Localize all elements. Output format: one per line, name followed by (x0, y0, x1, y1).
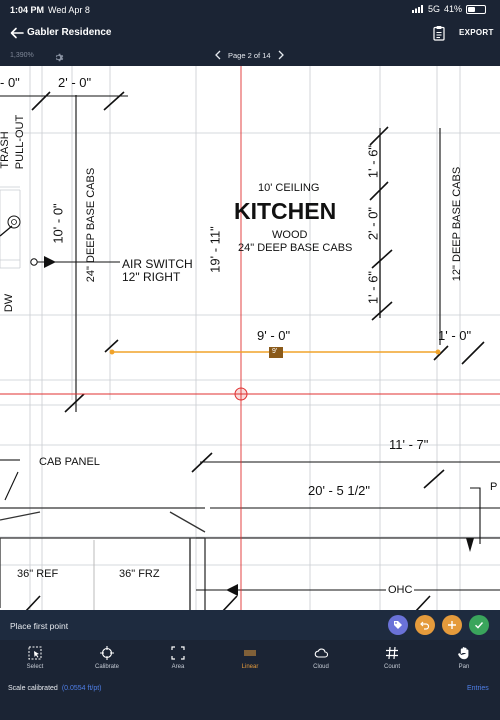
seg-top-dim: 1' - 6" (365, 144, 381, 179)
status-time: 1:04 PM (10, 5, 45, 15)
tool-count[interactable]: Count (369, 646, 415, 678)
floor-plan-lines (0, 66, 500, 610)
ohc-label: OHC (386, 584, 415, 596)
tag-icon (394, 621, 402, 629)
settings-button[interactable] (53, 50, 64, 62)
next-page-icon[interactable] (277, 50, 285, 60)
nav-bar: Gabler Residence EXPORT (0, 20, 500, 46)
tool-linear-label: Linear (241, 664, 259, 670)
prev-page-icon[interactable] (214, 50, 222, 60)
tag-button[interactable] (388, 615, 408, 635)
bottom-bar: Scale calibrated (0.0554 ft/pt) Entries (0, 680, 500, 720)
drawing-canvas[interactable]: - 0" 2' - 0" TRASH PULL-OUT 24" DEEP BAS… (0, 66, 500, 610)
status-indicators: 5G 41% (411, 4, 486, 14)
crosshair-icon (100, 646, 114, 660)
add-button[interactable] (442, 615, 462, 635)
dim-top: 2' - 0" (58, 75, 92, 90)
cut-label: P (490, 481, 498, 493)
signal-icon (411, 5, 423, 13)
zoom-level: 1,390% (10, 52, 34, 59)
instruction-text: Place first point (10, 621, 69, 631)
right-cabs-label: 12" DEEP BASE CABS (451, 166, 463, 282)
undo-icon (420, 621, 430, 630)
action-bar: Place first point (0, 610, 500, 640)
clipboard-icon (433, 26, 445, 41)
tool-calibrate[interactable]: Calibrate (84, 646, 130, 678)
clipboard-button[interactable] (432, 25, 446, 41)
linear-measure-tag[interactable]: 9' (272, 348, 277, 355)
tool-count-label: Count (383, 664, 400, 670)
status-bar: 1:04 PM Wed Apr 8 5G 41% (0, 0, 500, 20)
material-label: WOOD (272, 229, 308, 241)
wall-dim: 10' - 0" (50, 203, 66, 244)
dim-20-5: 20' - 5 1/2" (308, 483, 371, 498)
page-indicator: Page 2 of 14 (228, 50, 271, 60)
plus-icon (448, 621, 456, 629)
entries-button[interactable]: Entries (467, 685, 489, 692)
export-button[interactable]: EXPORT (459, 28, 494, 37)
hash-icon (386, 646, 398, 660)
battery-fill (468, 6, 475, 12)
room-height-dim: 19' - 11" (207, 226, 223, 273)
pullout-label: PULL-OUT (14, 114, 26, 170)
gear-icon (55, 53, 64, 62)
seg-bottom-dim: 1' - 6" (365, 270, 381, 305)
scale-value: (0.0554 ft/pt) (61, 685, 102, 692)
dim-left-edge: - 0" (0, 75, 20, 90)
tool-area-label: Area (171, 664, 185, 670)
linear-icon (244, 650, 256, 656)
dim-11-7: 11' - 7" (389, 437, 429, 452)
air-switch-offset: 12" RIGHT (122, 270, 181, 284)
tool-area[interactable]: Area (155, 646, 201, 678)
check-icon (475, 622, 484, 629)
cab-panel-label: CAB PANEL (39, 456, 100, 468)
battery-percent: 41% (443, 4, 462, 14)
ref-label: 36" REF (17, 568, 59, 580)
seg-mid-dim: 2' - 0" (365, 206, 381, 241)
dw-label: DW (3, 293, 15, 313)
tool-pan[interactable]: Pan (441, 646, 487, 678)
confirm-button[interactable] (469, 615, 489, 635)
area-icon (171, 646, 185, 660)
base-cabs-label: 24" DEEP BASE CABS (238, 242, 353, 254)
left-cabs-label: 24" DEEP BASE CABS (85, 167, 97, 283)
tool-select-label: Select (26, 664, 44, 670)
trash-label: TRASH (0, 131, 11, 169)
ceiling-label: 10' CEILING (258, 182, 320, 194)
cloud-icon (314, 648, 328, 658)
status-date: Wed Apr 8 (48, 5, 90, 15)
back-button[interactable] (8, 24, 26, 42)
battery-icon (466, 4, 486, 14)
tool-cloud-label: Cloud (313, 664, 329, 670)
page-title: Gabler Residence (27, 27, 112, 38)
back-arrow-icon (10, 27, 24, 39)
tool-cloud[interactable]: Cloud (298, 646, 344, 678)
air-switch-label: AIR SWITCH (122, 257, 193, 271)
tool-calibrate-label: Calibrate (94, 664, 119, 670)
undo-button[interactable] (415, 615, 435, 635)
right-measure-label: 1' - 0" (438, 328, 472, 343)
tool-select[interactable]: Select (12, 646, 58, 678)
network-label: 5G (427, 4, 440, 14)
sub-bar: 1,390% Page 2 of 14 (0, 46, 500, 66)
scale-label: Scale calibrated (8, 685, 58, 692)
select-icon (28, 646, 42, 660)
tool-bar: Select Calibrate Area Linear Cloud Count… (0, 640, 500, 680)
frz-label: 36" FRZ (119, 568, 160, 580)
tool-pan-label: Pan (458, 664, 470, 670)
linear-measure-label: 9' - 0" (257, 328, 291, 343)
tool-linear[interactable]: Linear (227, 646, 273, 678)
room-name: KITCHEN (234, 198, 337, 224)
page-navigator: Page 2 of 14 (214, 50, 285, 60)
hand-icon (458, 647, 469, 660)
scale-status: Scale calibrated (0.0554 ft/pt) (8, 685, 102, 692)
